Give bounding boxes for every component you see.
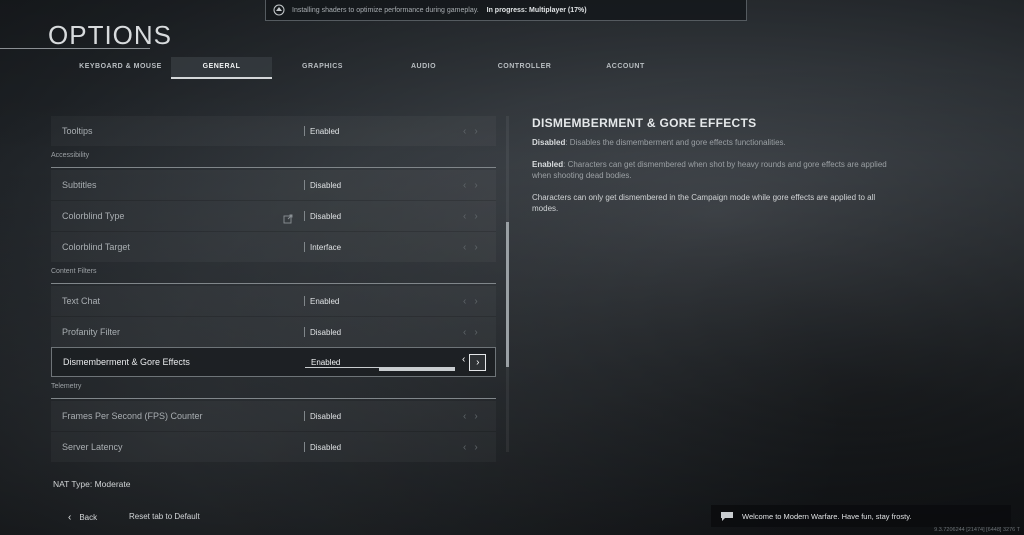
arrow-left-icon[interactable]: ‹	[463, 327, 466, 338]
setting-label: Colorblind Target	[62, 242, 130, 252]
section-telemetry: Telemetry	[51, 377, 496, 401]
setting-value: Disabled	[310, 411, 342, 421]
banner-progress: In progress: Multiplayer (17%)	[486, 6, 587, 14]
setting-row-subtitles[interactable]: Subtitles Disabled ‹ ›	[51, 170, 496, 200]
setting-label: Dismemberment & Gore Effects	[63, 357, 190, 367]
section-title: Content Filters	[51, 268, 97, 275]
arrow-right-icon[interactable]: ›	[474, 211, 477, 222]
description-panel: DISMEMBERMENT & GORE EFFECTS Disabled: D…	[532, 116, 902, 225]
arrow-left-icon[interactable]: ‹	[463, 211, 466, 222]
back-label: Back	[79, 513, 98, 522]
setting-value: Enabled	[310, 296, 340, 306]
divider	[304, 126, 305, 136]
section-title: Telemetry	[51, 383, 82, 390]
back-button[interactable]: ‹ Back	[68, 512, 97, 523]
divider	[304, 242, 305, 252]
arrow-left-icon[interactable]: ‹	[463, 126, 466, 137]
setting-value: Enabled	[311, 357, 341, 367]
reset-label: Reset tab to Default	[129, 512, 200, 521]
shader-install-banner: Installing shaders to optimize performan…	[265, 0, 747, 21]
arrow-left-icon[interactable]: ‹	[463, 242, 466, 253]
section-accessibility: Accessibility	[51, 146, 496, 170]
setting-label: Profanity Filter	[62, 327, 121, 337]
setting-value: Disabled	[310, 442, 342, 452]
description-enabled: Enabled: Characters can get dismembered …	[532, 160, 887, 180]
section-divider	[51, 167, 496, 168]
tab-account[interactable]: ACCOUNT	[575, 57, 676, 79]
setting-label: Text Chat	[62, 296, 101, 306]
setting-value: Disabled	[310, 327, 342, 337]
value-slider-bar	[379, 368, 455, 371]
divider	[304, 180, 305, 190]
setting-label: Subtitles	[62, 180, 97, 190]
chat-bubble-icon	[721, 511, 733, 521]
setting-row-fps-counter[interactable]: Frames Per Second (FPS) Counter Disabled…	[51, 401, 496, 431]
tab-graphics[interactable]: GRAPHICS	[272, 57, 373, 79]
arrow-left-icon[interactable]: ‹	[463, 411, 466, 422]
arrow-right-icon[interactable]: ›	[474, 411, 477, 422]
description-title: DISMEMBERMENT & GORE EFFECTS	[532, 116, 757, 130]
setting-label: Frames Per Second (FPS) Counter	[62, 411, 203, 421]
scrollbar-thumb[interactable]	[506, 222, 509, 367]
tab-audio[interactable]: AUDIO	[373, 57, 474, 79]
arrow-left-icon[interactable]: ‹	[463, 442, 466, 453]
arrow-right-icon[interactable]: ›	[474, 126, 477, 137]
section-divider	[51, 283, 496, 284]
page-title: OPTIONS	[48, 20, 173, 50]
arrow-right-icon[interactable]: ›	[474, 442, 477, 453]
setting-label: Tooltips	[62, 126, 93, 136]
message-of-the-day: Welcome to Modern Warfare. Have fun, sta…	[711, 505, 1011, 527]
divider	[304, 411, 305, 421]
arrow-right-icon[interactable]: ›	[469, 353, 487, 371]
banner-text: Installing shaders to optimize performan…	[292, 6, 479, 14]
section-divider	[51, 398, 496, 399]
setting-row-profanity-filter[interactable]: Profanity Filter Disabled ‹ ›	[51, 316, 496, 347]
title-underline	[0, 48, 150, 49]
setting-row-tooltips[interactable]: Tooltips Enabled ‹ ›	[51, 116, 496, 146]
setting-value: Interface	[310, 242, 342, 252]
divider	[304, 327, 305, 337]
message-text: Welcome to Modern Warfare. Have fun, sta…	[742, 511, 912, 521]
divider	[304, 296, 305, 306]
setting-row-server-latency[interactable]: Server Latency Disabled ‹ ›	[51, 431, 496, 462]
setting-label: Colorblind Type	[62, 211, 125, 221]
version-string: 9.3.7206244 [21474] [6448] 3276 T	[934, 527, 1020, 533]
settings-list: Tooltips Enabled ‹ › Accessibility Subtit…	[51, 116, 496, 462]
setting-label: Server Latency	[62, 442, 123, 452]
setting-row-text-chat[interactable]: Text Chat Enabled ‹ ›	[51, 286, 496, 316]
setting-value: Disabled	[310, 211, 342, 221]
setting-row-colorblind-target[interactable]: Colorblind Target Interface ‹ ›	[51, 231, 496, 262]
divider	[304, 211, 305, 221]
arrow-right-icon[interactable]: ›	[474, 327, 477, 338]
arrow-right-icon[interactable]: ›	[474, 180, 477, 191]
section-content-filters: Content Filters	[51, 262, 496, 286]
reset-tab-button[interactable]: Reset tab to Default	[129, 512, 200, 521]
setting-row-gore-effects[interactable]: Dismemberment & Gore Effects Enabled ‹ ›	[51, 347, 496, 377]
arrow-left-icon[interactable]: ‹	[463, 296, 466, 307]
setting-value: Disabled	[310, 180, 342, 190]
nat-type: NAT Type: Moderate	[53, 479, 131, 489]
description-disabled: Disabled: Disables the dismemberment and…	[532, 138, 786, 147]
tab-bar: KEYBOARD & MOUSE GENERAL GRAPHICS AUDIO …	[70, 57, 676, 79]
setting-row-colorblind-type[interactable]: Colorblind Type Disabled ‹ ›	[51, 200, 496, 231]
arrow-right-icon[interactable]: ›	[474, 296, 477, 307]
description-note: Characters can only get dismembered in t…	[532, 193, 876, 213]
arrow-left-icon[interactable]: ‹	[463, 180, 466, 191]
chevron-left-icon: ‹	[68, 512, 72, 523]
setting-value: Enabled	[310, 126, 340, 136]
arrow-left-icon[interactable]: ‹	[462, 354, 465, 371]
arrow-right-icon[interactable]: ›	[474, 242, 477, 253]
tab-general[interactable]: GENERAL	[171, 57, 272, 79]
tab-controller[interactable]: CONTROLLER	[474, 57, 575, 79]
tab-keyboard-mouse[interactable]: KEYBOARD & MOUSE	[70, 57, 171, 79]
section-title: Accessibility	[51, 152, 90, 159]
shader-icon	[270, 1, 288, 19]
divider	[304, 442, 305, 452]
external-link-icon[interactable]	[283, 211, 293, 224]
